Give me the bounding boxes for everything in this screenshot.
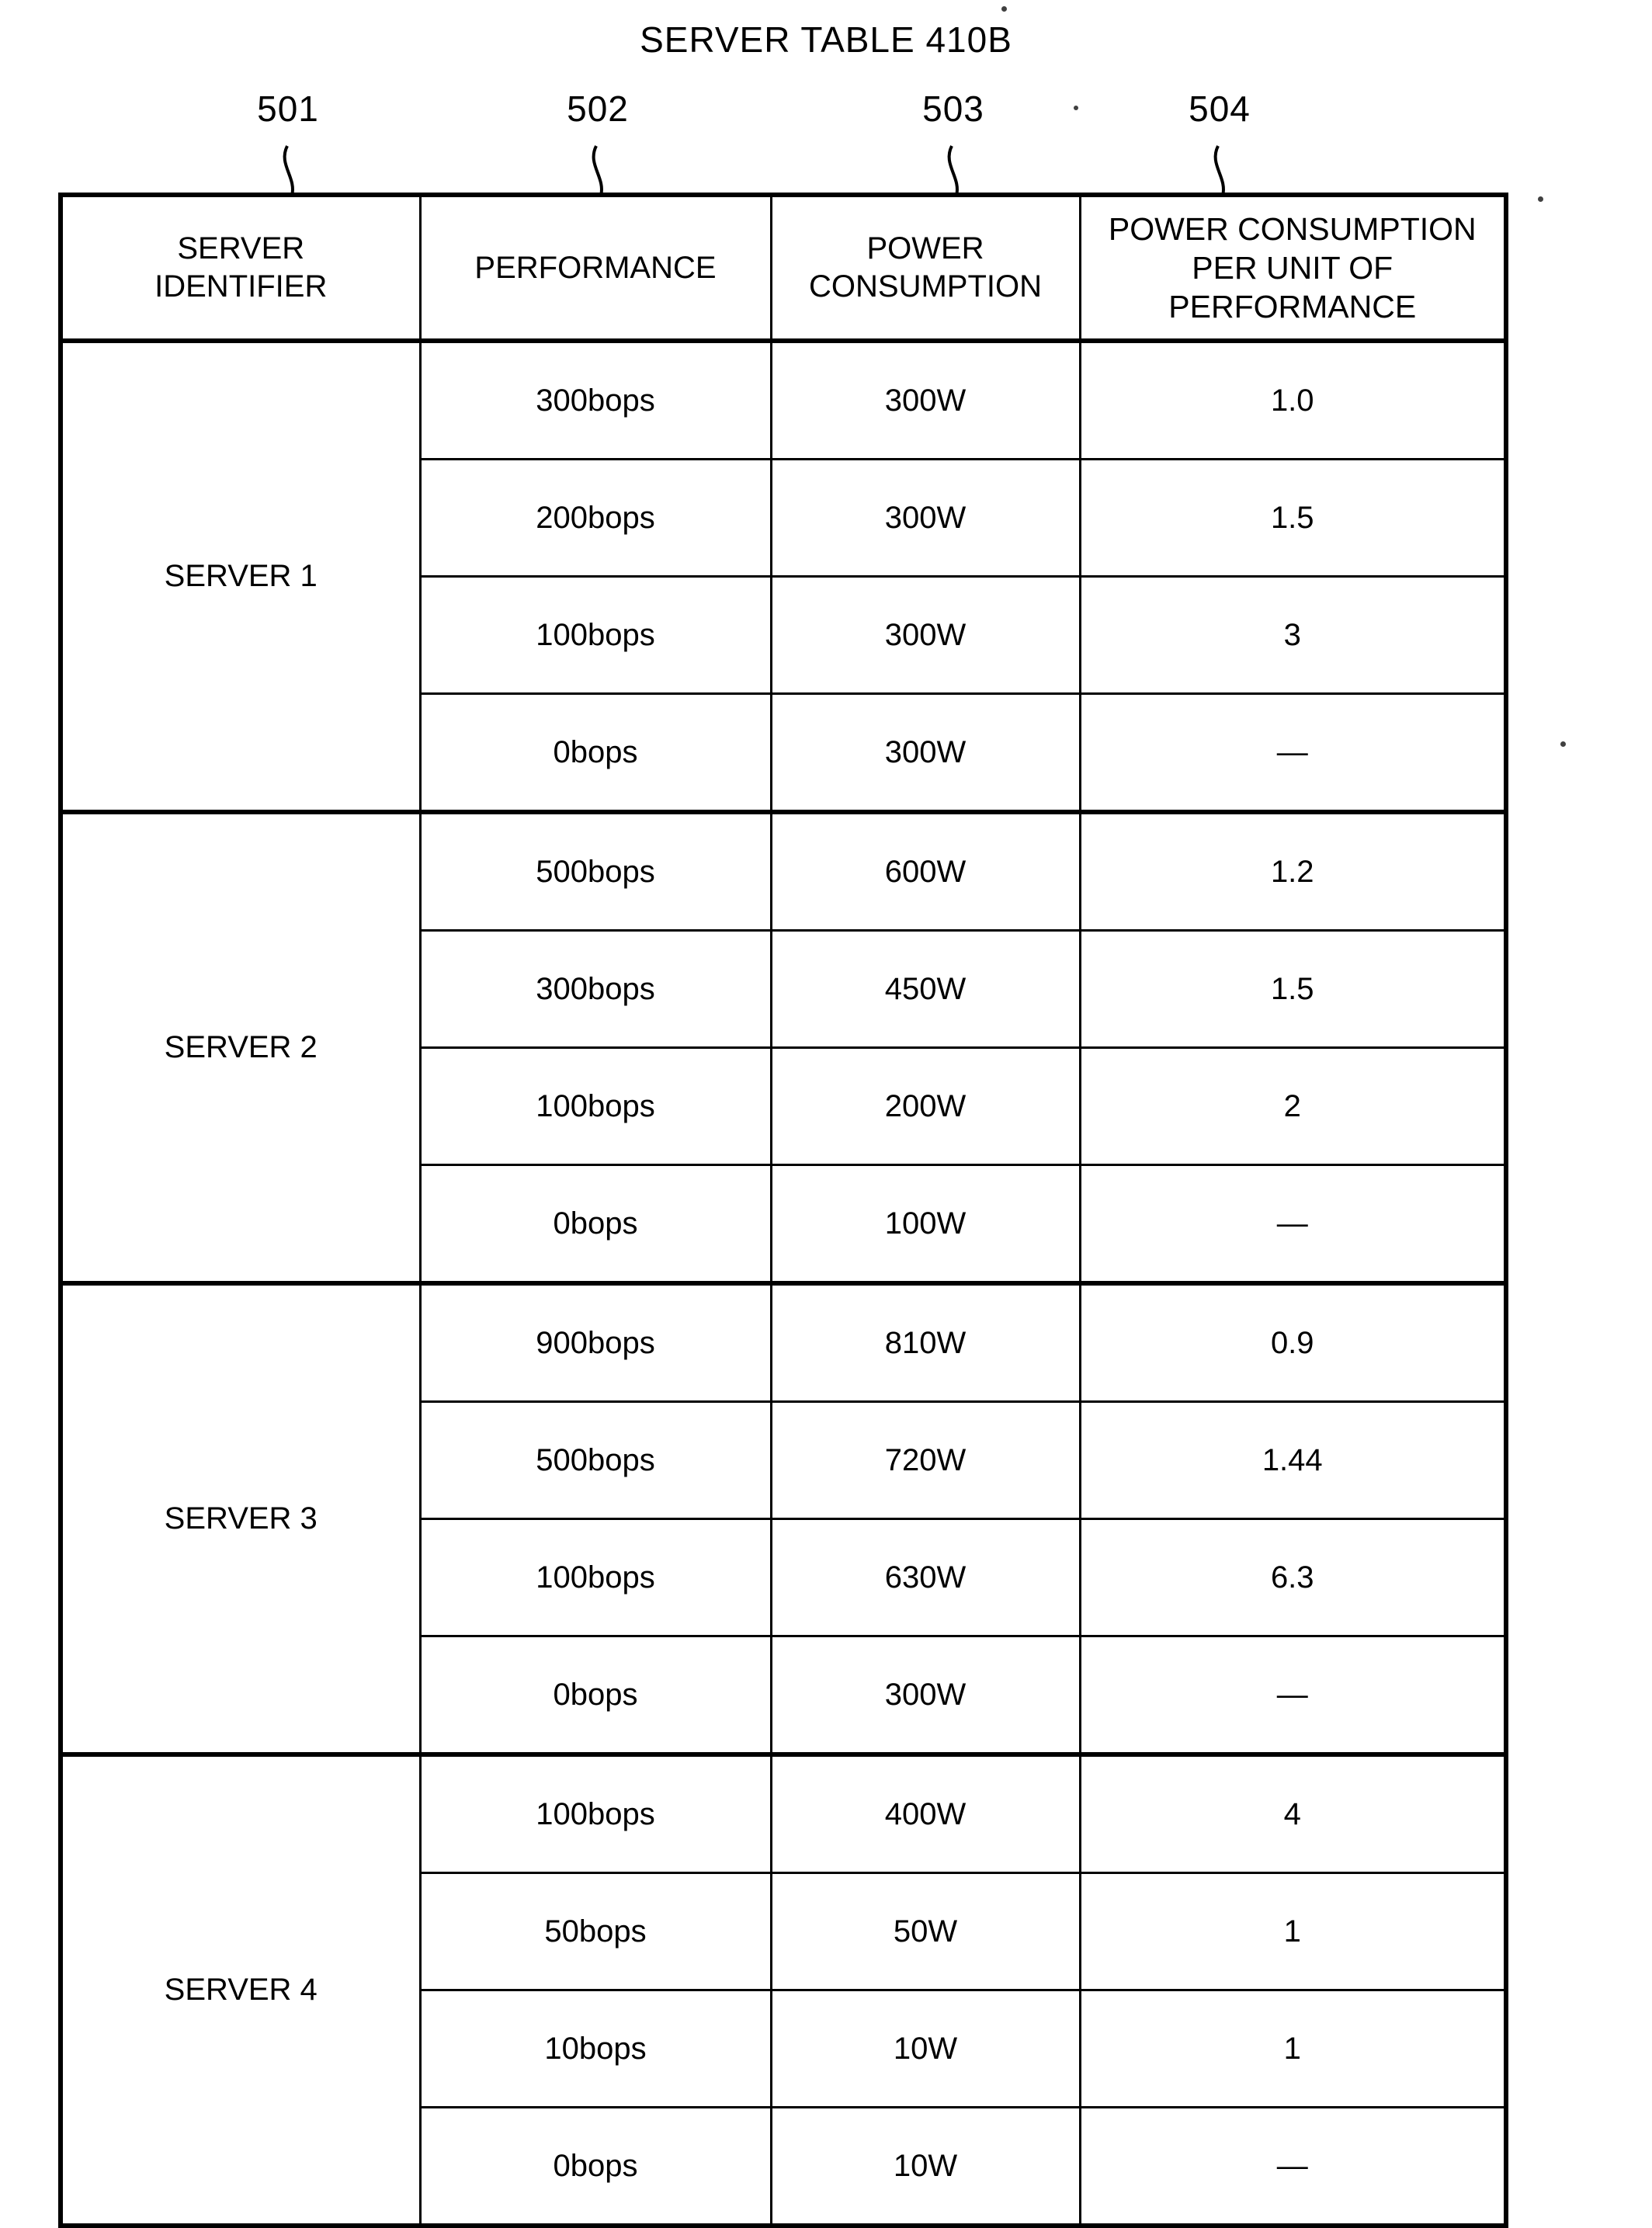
power-consumption-cell: 50W bbox=[769, 1872, 1081, 1991]
performance-cell: 900bops bbox=[418, 1281, 772, 1403]
power-consumption-cell: 630W bbox=[769, 1518, 1081, 1637]
performance-cell: 500bops bbox=[418, 810, 772, 932]
table-row: SERVER 1 300bops 300W 1.0 bbox=[59, 338, 1508, 814]
scan-speck bbox=[1074, 106, 1078, 110]
header-ppu-line1: POWER CONSUMPTION bbox=[1108, 210, 1477, 247]
power-consumption-cell: 300W bbox=[769, 1635, 1081, 1756]
per-unit-cell: 0.9 bbox=[1078, 1281, 1508, 1403]
per-unit-cell: 4 bbox=[1078, 1752, 1508, 1874]
performance-cell: 0bops bbox=[418, 1635, 772, 1756]
per-unit-cell: — bbox=[1078, 2106, 1508, 2227]
performance-cell: 50bops bbox=[418, 1872, 772, 1991]
performance-cell: 300bops bbox=[418, 338, 772, 460]
per-unit-cell: 1.2 bbox=[1078, 810, 1508, 932]
power-consumption-cell: 720W bbox=[769, 1400, 1081, 1520]
per-unit-cell: 1.0 bbox=[1078, 338, 1508, 460]
per-unit-cell: 1 bbox=[1078, 1872, 1508, 1991]
header-power-consumption-line1: POWER bbox=[866, 231, 984, 266]
table-body: SERVER 1 300bops 300W 1.0 200bops 300W 1… bbox=[59, 338, 1508, 2227]
table-row: SERVER 4 100bops 400W 4 bbox=[59, 1752, 1508, 2227]
performance-cell: 100bops bbox=[418, 1046, 772, 1166]
per-unit-cell: — bbox=[1078, 692, 1508, 814]
power-consumption-cell: 10W bbox=[769, 1989, 1081, 2108]
performance-cell: 0bops bbox=[418, 1164, 772, 1285]
performance-cell: 0bops bbox=[418, 2106, 772, 2227]
server-identifier-cell: SERVER 4 bbox=[59, 1752, 422, 2227]
performance-cell: 200bops bbox=[418, 458, 772, 578]
power-consumption-cell: 300W bbox=[769, 692, 1081, 814]
table-row: SERVER 3 900bops 810W 0.9 bbox=[59, 1281, 1508, 1756]
per-unit-cell: — bbox=[1078, 1164, 1508, 1285]
server-table: SERVER IDENTIFIER PERFORMANCE POWER CONS… bbox=[58, 193, 1508, 2228]
reference-numeral-504: 504 bbox=[1189, 88, 1251, 129]
reference-numeral-501: 501 bbox=[257, 88, 319, 129]
per-unit-cell: 1 bbox=[1078, 1989, 1508, 2108]
header-ppu-line3: PERFORMANCE bbox=[1168, 289, 1417, 324]
power-consumption-cell: 400W bbox=[769, 1752, 1081, 1874]
performance-cell: 100bops bbox=[418, 1752, 772, 1874]
server-identifier-cell: SERVER 1 bbox=[59, 338, 422, 814]
header-power-consumption-line2: CONSUMPTION bbox=[809, 269, 1042, 304]
performance-cell: 10bops bbox=[418, 1989, 772, 2108]
power-consumption-cell: 200W bbox=[769, 1046, 1081, 1166]
leader-line-502 bbox=[592, 145, 603, 196]
per-unit-cell: 1.5 bbox=[1078, 929, 1508, 1049]
scan-speck bbox=[1538, 196, 1543, 202]
figure-title: SERVER TABLE 410B bbox=[640, 19, 1012, 60]
header-power-consumption: POWER CONSUMPTION bbox=[769, 193, 1081, 342]
per-unit-cell: 6.3 bbox=[1078, 1518, 1508, 1637]
performance-cell: 100bops bbox=[418, 575, 772, 695]
power-consumption-cell: 450W bbox=[769, 929, 1081, 1049]
power-consumption-cell: 300W bbox=[769, 575, 1081, 695]
header-performance: PERFORMANCE bbox=[418, 193, 772, 342]
scan-speck bbox=[1560, 741, 1566, 747]
table-row: SERVER 2 500bops 600W 1.2 bbox=[59, 810, 1508, 1285]
server-table-container: SERVER IDENTIFIER PERFORMANCE POWER CONS… bbox=[58, 193, 1508, 2228]
performance-cell: 300bops bbox=[418, 929, 772, 1049]
table-header: SERVER IDENTIFIER PERFORMANCE POWER CONS… bbox=[59, 193, 1508, 342]
header-ppu-line2: PER UNIT OF bbox=[1192, 249, 1393, 286]
scan-speck bbox=[1001, 6, 1007, 12]
power-consumption-cell: 300W bbox=[769, 338, 1081, 460]
per-unit-cell: 2 bbox=[1078, 1046, 1508, 1166]
header-server-identifier-line2: IDENTIFIER bbox=[154, 269, 328, 304]
power-consumption-cell: 100W bbox=[769, 1164, 1081, 1285]
per-unit-cell: 1.5 bbox=[1078, 458, 1508, 578]
per-unit-cell: 1.44 bbox=[1078, 1400, 1508, 1520]
leader-line-501 bbox=[283, 145, 294, 196]
performance-cell: 500bops bbox=[418, 1400, 772, 1520]
power-consumption-cell: 10W bbox=[769, 2106, 1081, 2227]
reference-numeral-502: 502 bbox=[567, 88, 629, 129]
performance-cell: 100bops bbox=[418, 1518, 772, 1637]
server-identifier-cell: SERVER 2 bbox=[59, 810, 422, 1285]
per-unit-cell: 3 bbox=[1078, 575, 1508, 695]
per-unit-cell: — bbox=[1078, 1635, 1508, 1756]
header-server-identifier: SERVER IDENTIFIER bbox=[59, 193, 422, 342]
header-row: SERVER IDENTIFIER PERFORMANCE POWER CONS… bbox=[59, 193, 1508, 342]
header-performance-line1: PERFORMANCE bbox=[474, 250, 717, 285]
header-power-consumption-per-unit: POWER CONSUMPTION PER UNIT OF PERFORMANC… bbox=[1078, 193, 1508, 342]
server-identifier-cell: SERVER 3 bbox=[59, 1281, 422, 1756]
header-server-identifier-line1: SERVER bbox=[177, 231, 305, 266]
leader-line-503 bbox=[947, 145, 959, 196]
power-consumption-cell: 300W bbox=[769, 458, 1081, 578]
performance-cell: 0bops bbox=[418, 692, 772, 814]
reference-numeral-503: 503 bbox=[922, 88, 984, 129]
power-consumption-cell: 600W bbox=[769, 810, 1081, 932]
leader-line-504 bbox=[1213, 145, 1225, 196]
power-consumption-cell: 810W bbox=[769, 1281, 1081, 1403]
